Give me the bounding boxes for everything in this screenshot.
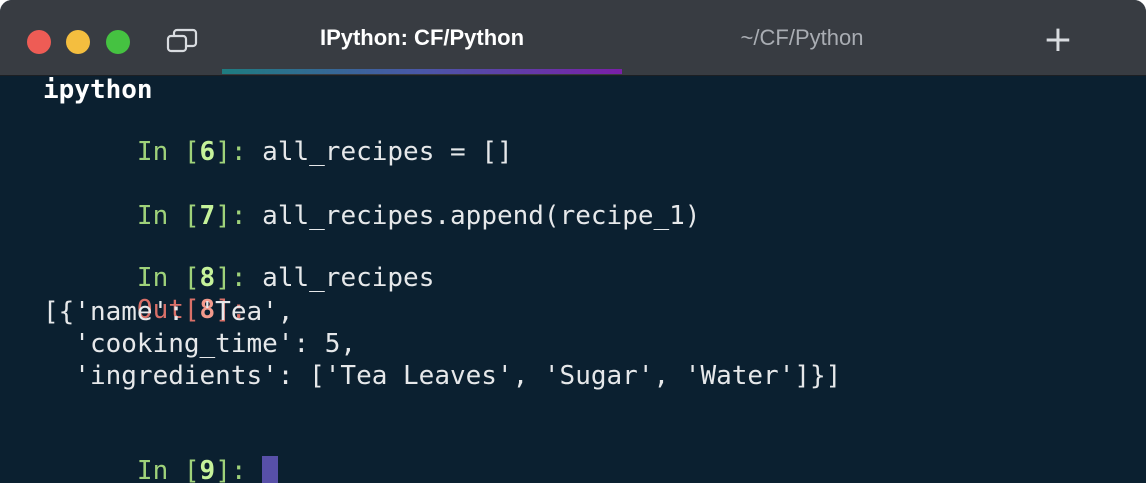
minimize-button[interactable] [66, 30, 90, 54]
input-prompt-close: ]: [215, 137, 263, 167]
zoom-button[interactable] [106, 30, 130, 54]
input-number: 9 [199, 456, 216, 483]
tab-ipython[interactable]: IPython: CF/Python [222, 0, 622, 75]
input-cell: In [7]: all_recipes.append(recipe_1) [43, 171, 701, 231]
tab-label: IPython: CF/Python [319, 24, 525, 50]
active-tab-indicator [222, 69, 622, 74]
tab-cf-python[interactable]: ~/CF/Python [602, 0, 1002, 75]
close-button[interactable] [27, 30, 51, 54]
text-cursor [262, 456, 279, 483]
input-code: all_recipes = [] [262, 137, 513, 167]
terminal-output[interactable]: ipython In [6]: all_recipes = [] In [7]:… [0, 75, 1146, 483]
input-cell: In [8]: all_recipes [43, 233, 434, 293]
input-code: all_recipes.append(recipe_1) [262, 201, 701, 231]
tab-overview-icon[interactable] [166, 28, 198, 54]
tab-label: ~/CF/Python [740, 24, 864, 50]
input-number: 6 [199, 137, 216, 167]
input-prompt-open: In [ [136, 137, 200, 167]
plus-icon: + [1042, 19, 1074, 60]
input-prompt-close: ]: [215, 456, 263, 483]
title-bar: IPython: CF/Python ~/CF/Python + [0, 0, 1146, 76]
terminal-window: IPython: CF/Python ~/CF/Python + ipython… [0, 0, 1146, 483]
output-prompt: Out[8]: [43, 265, 247, 325]
input-prompt-open: In [ [136, 456, 200, 483]
output-line: [{'name': 'Tea', [43, 297, 294, 327]
new-tab-button[interactable]: + [1040, 22, 1076, 58]
output-line: 'ingredients': ['Tea Leaves', 'Sugar', '… [43, 361, 842, 391]
current-input-prompt[interactable]: In [9]: [43, 426, 279, 483]
input-prompt-open: In [ [136, 201, 200, 231]
command-line: ipython [43, 75, 153, 105]
input-code: all_recipes [262, 263, 435, 293]
input-cell: In [6]: all_recipes = [] [43, 107, 513, 167]
input-prompt-close: ]: [215, 201, 263, 231]
output-line: 'cooking_time': 5, [43, 329, 357, 359]
input-number: 7 [199, 201, 216, 231]
